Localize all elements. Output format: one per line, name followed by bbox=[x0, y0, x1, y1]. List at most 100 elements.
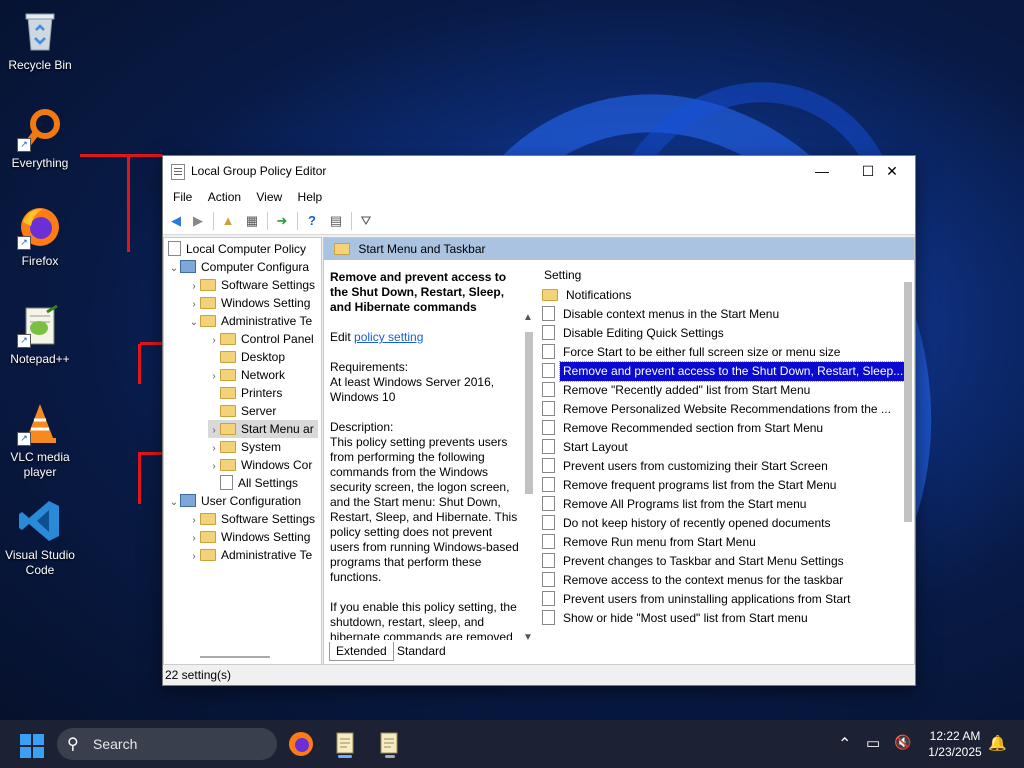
desktop-icon-label: Notepad++ bbox=[10, 352, 70, 366]
policy-setting-link[interactable]: policy setting bbox=[354, 330, 423, 344]
tree-item[interactable]: › Windows Cor bbox=[208, 456, 312, 474]
taskbar-firefox[interactable] bbox=[285, 728, 317, 760]
tree-item[interactable]: › System bbox=[208, 438, 281, 456]
collapse-chevron-icon[interactable]: ⌄ bbox=[168, 260, 180, 278]
export-list-icon[interactable]: ➜ bbox=[273, 212, 291, 230]
menu-action[interactable]: Action bbox=[202, 186, 247, 208]
desktop-icon-firefox[interactable]: ↗ Firefox bbox=[0, 204, 80, 269]
policy-setting-icon bbox=[542, 382, 555, 398]
list-item[interactable]: Disable Editing Quick Settings bbox=[542, 324, 898, 343]
policy-setting-icon bbox=[542, 572, 555, 588]
folder-icon bbox=[542, 288, 558, 301]
menu-help[interactable]: Help bbox=[292, 186, 329, 208]
taskbar-gpedit[interactable] bbox=[329, 728, 361, 760]
list-item[interactable]: Notifications bbox=[542, 286, 898, 305]
tree-item[interactable]: Server bbox=[208, 402, 276, 420]
taskbar-search-box[interactable]: ⚲ Search bbox=[57, 728, 277, 760]
tree-item[interactable]: › Control Panel bbox=[208, 330, 313, 348]
policy-tree: Local Computer Policy ⌄ Computer Configur… bbox=[163, 237, 322, 665]
policy-setting-icon bbox=[542, 515, 555, 531]
menu-view[interactable]: View bbox=[250, 186, 288, 208]
desktop-icon-recycle-bin[interactable]: Recycle Bin bbox=[0, 8, 80, 73]
list-item[interactable]: Remove access to the context menus for t… bbox=[542, 571, 898, 590]
tree-item[interactable]: ⌄ Administrative Te bbox=[188, 312, 312, 330]
list-item[interactable]: Disable context menus in the Start Menu bbox=[542, 305, 898, 324]
policy-setting-icon bbox=[542, 458, 555, 474]
description-text-more: If you enable this policy setting, the s… bbox=[330, 600, 517, 640]
back-arrow-icon[interactable]: ◀ bbox=[167, 212, 185, 230]
desktop-icon-vscode[interactable]: Visual Studio Code bbox=[0, 498, 80, 578]
tree-item[interactable]: › Windows Setting bbox=[188, 528, 310, 546]
window-title: Local Group Policy Editor bbox=[191, 164, 327, 178]
taskbar-notepad[interactable] bbox=[373, 728, 405, 760]
start-button[interactable] bbox=[20, 734, 44, 758]
tree-item[interactable]: Printers bbox=[208, 384, 282, 402]
tree-item-selected[interactable]: › Start Menu ar bbox=[208, 420, 318, 438]
toolbar-separator bbox=[351, 212, 352, 230]
list-item[interactable]: Remove Run menu from Start Menu bbox=[542, 533, 898, 552]
title-bar[interactable]: Local Group Policy Editor — ☐ ✕ bbox=[163, 156, 915, 186]
notification-bell-icon[interactable]: 🔔 bbox=[988, 734, 1007, 752]
tree-item[interactable]: All Settings bbox=[208, 474, 298, 492]
tree-item[interactable]: Local Computer Policy bbox=[168, 240, 306, 258]
show-hide-tree-icon[interactable]: ▦ bbox=[243, 212, 261, 230]
properties-icon[interactable]: ▤ bbox=[327, 212, 345, 230]
volume-muted-icon[interactable]: 🔇 bbox=[894, 734, 911, 751]
tree-horizontal-scrollbar[interactable] bbox=[200, 656, 270, 658]
list-item[interactable]: Remove All Programs list from the Start … bbox=[542, 495, 898, 514]
desktop-icon-vlc[interactable]: ↗ VLC media player bbox=[0, 400, 80, 480]
collapse-chevron-icon[interactable]: ⌄ bbox=[188, 314, 200, 332]
forward-arrow-icon[interactable]: ▶ bbox=[189, 212, 207, 230]
details-pane: Start Menu and Taskbar Remove and preven… bbox=[323, 237, 915, 665]
list-item[interactable]: Prevent users from customizing their Sta… bbox=[542, 457, 898, 476]
list-item[interactable]: Remove "Recently added" list from Start … bbox=[542, 381, 898, 400]
description-scrollbar[interactable]: ▲ ▼ bbox=[521, 312, 537, 644]
folder-icon bbox=[220, 404, 236, 417]
list-item[interactable]: Remove Personalized Website Recommendati… bbox=[542, 400, 898, 419]
tree-item[interactable]: ⌄ Computer Configura bbox=[168, 258, 309, 276]
tab-extended[interactable]: Extended bbox=[329, 642, 394, 661]
network-icon[interactable]: ▭ bbox=[866, 734, 880, 752]
list-item[interactable]: Prevent changes to Taskbar and Start Men… bbox=[542, 552, 898, 571]
list-item[interactable]: Force Start to be either full screen siz… bbox=[542, 343, 898, 362]
folder-icon bbox=[200, 530, 216, 543]
tree-item[interactable]: › Administrative Te bbox=[188, 546, 312, 564]
policy-setting-icon bbox=[542, 534, 555, 550]
gpedit-app-icon bbox=[171, 164, 185, 180]
desktop-icon-everything[interactable]: ↗ Everything bbox=[0, 106, 80, 171]
help-icon[interactable]: ? bbox=[303, 212, 321, 230]
clock[interactable]: 12:22 AM 1/23/2025 bbox=[920, 728, 990, 760]
tree-item[interactable]: › Software Settings bbox=[188, 510, 315, 528]
folder-icon bbox=[200, 314, 216, 327]
up-folder-icon[interactable]: ▲ bbox=[219, 212, 237, 230]
policy-title: Remove and prevent access to the Shut Do… bbox=[330, 270, 507, 314]
list-item[interactable]: Start Layout bbox=[542, 438, 898, 457]
list-item[interactable]: Remove frequent programs list from the S… bbox=[542, 476, 898, 495]
list-item[interactable]: Show or hide "Most used" list from Start… bbox=[542, 609, 898, 628]
scroll-up-icon[interactable]: ▲ bbox=[523, 312, 533, 323]
tree-item[interactable]: ⌄ User Configuration bbox=[168, 492, 301, 510]
list-item-selected[interactable]: Remove and prevent access to the Shut Do… bbox=[542, 361, 908, 382]
settings-list-scrollbar[interactable] bbox=[904, 282, 912, 522]
filter-icon[interactable]: ⛛ bbox=[357, 212, 375, 230]
column-header-setting[interactable]: Setting bbox=[544, 268, 581, 282]
close-button[interactable]: ✕ bbox=[869, 156, 915, 186]
menu-file[interactable]: File bbox=[167, 186, 198, 208]
desktop-icon-notepadpp[interactable]: ↗ Notepad++ bbox=[0, 302, 80, 367]
list-item[interactable]: Do not keep history of recently opened d… bbox=[542, 514, 898, 533]
scroll-thumb[interactable] bbox=[525, 332, 533, 494]
list-item[interactable]: Remove Recommended section from Start Me… bbox=[542, 419, 898, 438]
expand-chevron-icon[interactable]: › bbox=[188, 548, 200, 566]
tray-chevron-up-icon[interactable]: ⌃ bbox=[838, 734, 851, 754]
collapse-chevron-icon[interactable]: ⌄ bbox=[168, 494, 180, 512]
view-tabs: Extended Standard bbox=[325, 642, 915, 662]
list-item[interactable]: Prevent users from uninstalling applicat… bbox=[542, 590, 898, 609]
tree-item[interactable]: Desktop bbox=[208, 348, 285, 366]
tab-standard[interactable]: Standard bbox=[391, 642, 452, 660]
windows-logo-icon bbox=[33, 747, 44, 758]
minimize-button[interactable]: — bbox=[799, 156, 845, 186]
annotation-stroke bbox=[138, 452, 162, 455]
tree-item[interactable]: › Software Settings bbox=[188, 276, 315, 294]
tree-item[interactable]: › Windows Setting bbox=[188, 294, 310, 312]
tree-item[interactable]: › Network bbox=[208, 366, 285, 384]
